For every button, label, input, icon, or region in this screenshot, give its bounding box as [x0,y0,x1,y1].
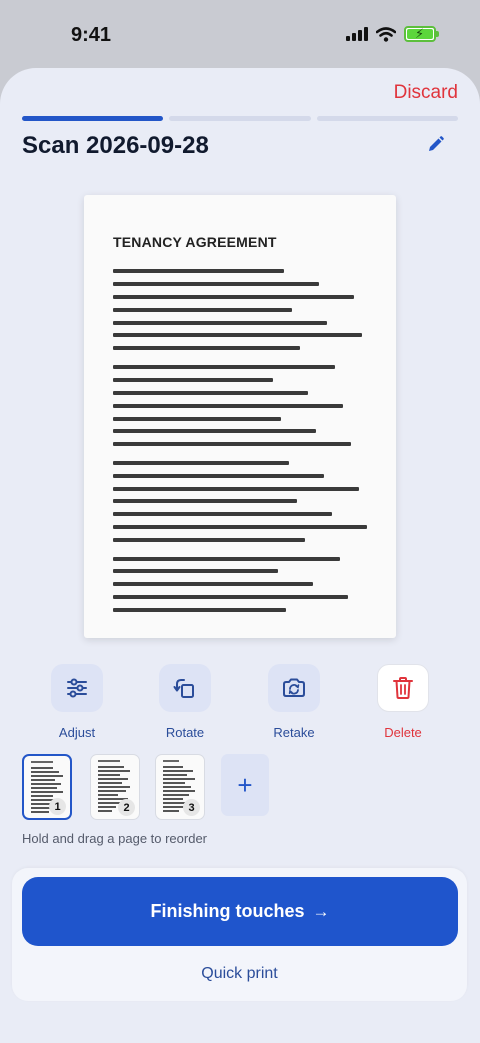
rotate-label: Rotate [165,725,205,740]
text-line [113,295,354,299]
page-preview[interactable]: TENANCY AGREEMENT [84,195,396,638]
finishing-touches-button[interactable]: Finishing touches → [22,877,458,946]
text-line [113,512,332,516]
text-line [113,346,300,350]
page-thumbnail-2[interactable]: 2 [90,754,140,820]
text-line [113,461,289,465]
discard-button[interactable]: Discard [394,82,458,104]
trash-icon [393,677,413,699]
page-thumbnail-3[interactable]: 3 [155,754,205,820]
text-line [113,333,362,337]
edit-title-button[interactable] [424,134,446,156]
page-thumbnail-1[interactable]: 1 [22,754,72,820]
status-icons: ⚡ [346,26,439,42]
page-number-badge: 3 [183,799,200,816]
text-line [113,365,335,369]
text-line [113,499,297,503]
sliders-icon [67,678,87,698]
text-line [113,442,351,446]
text-line [113,429,316,433]
text-line [113,608,286,612]
quick-print-button[interactable]: Quick print [12,965,467,983]
text-line [113,525,367,529]
adjust-label: Adjust [58,725,96,740]
cellular-signal-icon [346,27,368,41]
wifi-icon [376,26,396,42]
page-number-badge: 2 [118,799,135,816]
status-time: 9:41 [71,24,112,46]
text-line [113,569,278,573]
retake-label: Retake [273,725,315,740]
text-line [113,538,305,542]
rotate-button[interactable]: Rotate [140,664,230,740]
status-bar: 9:41 ⚡ [0,0,480,70]
rotate-icon [173,679,194,698]
adjust-button[interactable]: Adjust [32,664,122,740]
battery-icon: ⚡ [404,26,439,42]
text-line [113,595,348,599]
text-line [113,282,319,286]
delete-label: Delete [384,725,422,740]
page-number-badge: 1 [49,798,66,815]
add-page-button[interactable]: + [221,754,269,816]
text-line [113,487,359,491]
text-line [113,474,324,478]
text-line [113,308,292,312]
text-line [113,321,327,325]
finishing-touches-label: Finishing touches [150,901,305,921]
pencil-icon [429,136,444,151]
progress-step-1 [22,116,164,121]
text-line [113,557,340,561]
camera-retake-icon [283,678,305,697]
progress-step-3 [316,116,458,121]
text-line [113,404,343,408]
text-line [113,378,273,382]
text-line [113,269,284,273]
progress-step-2 [169,116,311,121]
text-line [113,391,308,395]
document-heading: TENANCY AGREEMENT [113,234,277,250]
step-progress [22,116,458,121]
text-line [113,417,281,421]
reorder-hint: Hold and drag a page to reorder [22,831,208,846]
retake-button[interactable]: Retake [249,664,339,740]
scan-review-sheet: Discard Scan 2026-09-28 TENANCY AGREEMEN… [0,68,480,1043]
bottom-action-card: Finishing touches → Quick print [12,868,467,1001]
delete-button[interactable]: Delete [358,664,448,740]
arrow-right-icon: → [312,901,330,921]
document-title: Scan 2026-09-28 [22,132,209,159]
text-line [113,582,313,586]
